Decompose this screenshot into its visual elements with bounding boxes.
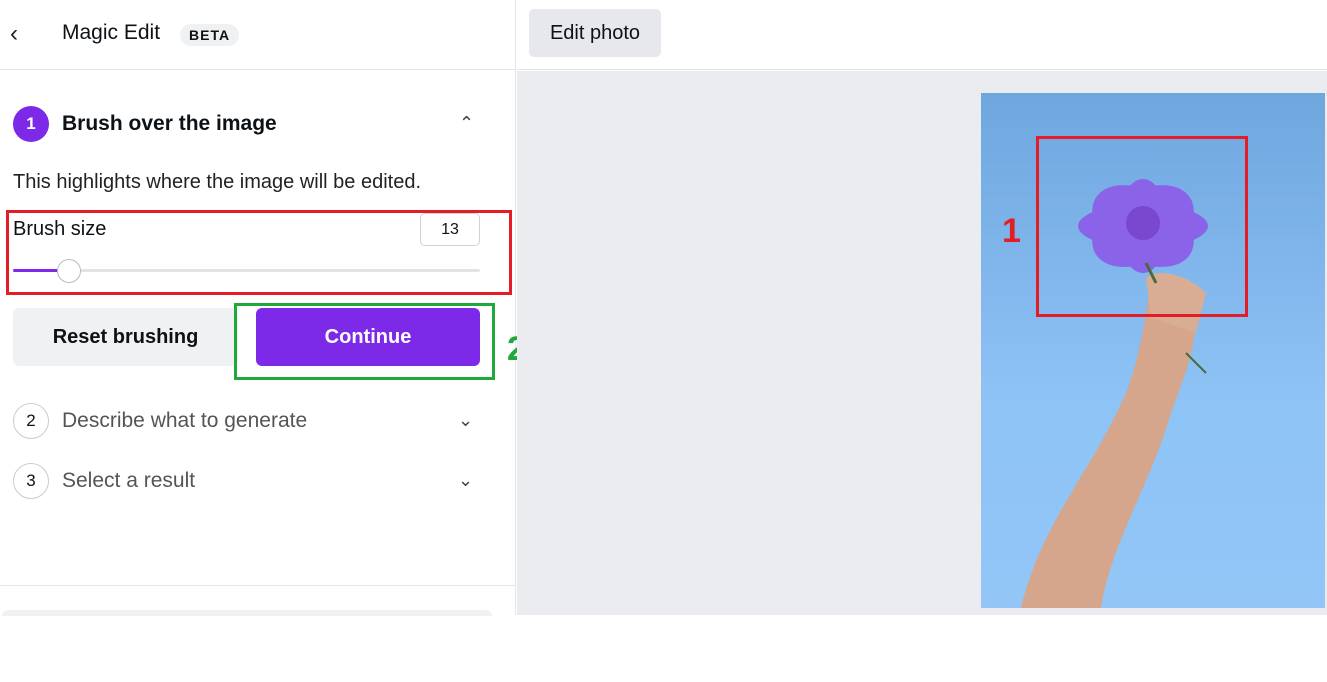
step-2-number: 2 [13,403,49,439]
chevron-up-icon[interactable]: ⌃ [459,113,474,134]
beta-badge: BETA [180,24,240,46]
step-2-header[interactable]: Describe what to generate [62,409,307,433]
edit-photo-button[interactable]: Edit photo [529,9,661,57]
chevron-down-icon[interactable]: ⌄ [458,470,473,491]
step-1-header[interactable]: Brush over the image [62,112,277,136]
divider [0,585,516,586]
divider [0,69,516,70]
panel-title: Magic Edit [62,21,161,44]
step-3-number: 3 [13,463,49,499]
footer-button[interactable] [2,610,492,616]
step-1-number: 1 [13,106,49,142]
annotation-label-1: 1 [1002,212,1021,250]
annotation-box-brush-size [6,210,512,295]
reset-brushing-button[interactable]: Reset brushing [13,308,238,366]
annotation-box-continue [234,303,495,380]
step-1-description: This highlights where the image will be … [13,171,421,193]
back-chevron-icon[interactable]: ‹ [10,20,18,48]
chevron-down-icon[interactable]: ⌄ [458,410,473,431]
step-3-header[interactable]: Select a result [62,469,195,493]
annotation-box-flower [1036,136,1248,317]
